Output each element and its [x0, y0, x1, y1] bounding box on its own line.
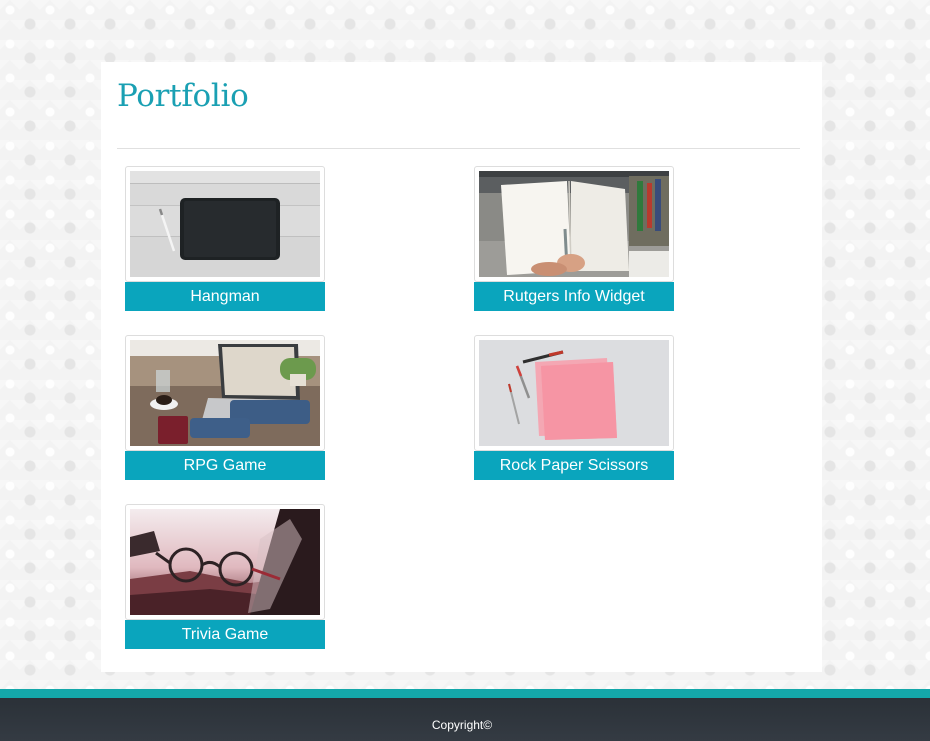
open-notebook-with-pen-photo — [479, 171, 669, 277]
eyeglasses-sunset-photo — [130, 509, 320, 615]
portfolio-thumbnail[interactable] — [125, 504, 325, 620]
page-title: Portfolio — [117, 78, 249, 114]
footer-accent-stripe — [0, 689, 930, 698]
tablet-on-wood-desk-photo — [130, 171, 320, 277]
portfolio-item-rutgers-info-widget[interactable]: Rutgers Info Widget — [474, 166, 674, 311]
laptop-typing-coffee-photo — [130, 340, 320, 446]
portfolio-item-trivia-game[interactable]: Trivia Game — [125, 504, 325, 649]
portfolio-item-rpg-game[interactable]: RPG Game — [125, 335, 325, 480]
title-divider — [117, 148, 800, 149]
pink-notepad-with-pens-photo — [479, 340, 669, 446]
portfolio-thumbnail[interactable] — [125, 335, 325, 451]
portfolio-item-button[interactable]: RPG Game — [125, 451, 325, 480]
portfolio-item-button[interactable]: Rutgers Info Widget — [474, 282, 674, 311]
portfolio-thumbnail[interactable] — [474, 335, 674, 451]
portfolio-item-button[interactable]: Trivia Game — [125, 620, 325, 649]
portfolio-item-button[interactable]: Hangman — [125, 282, 325, 311]
portfolio-thumbnail[interactable] — [474, 166, 674, 282]
portfolio-item-rock-paper-scissors[interactable]: Rock Paper Scissors — [474, 335, 674, 480]
portfolio-item-hangman[interactable]: Hangman — [125, 166, 325, 311]
portfolio-item-button[interactable]: Rock Paper Scissors — [474, 451, 674, 480]
portfolio-thumbnail[interactable] — [125, 166, 325, 282]
footer: Copyright© — [0, 698, 930, 741]
copyright-text: Copyright© — [431, 718, 493, 732]
portfolio-panel: Portfolio Hangman Rutgers Info Widget RP… — [101, 62, 822, 672]
